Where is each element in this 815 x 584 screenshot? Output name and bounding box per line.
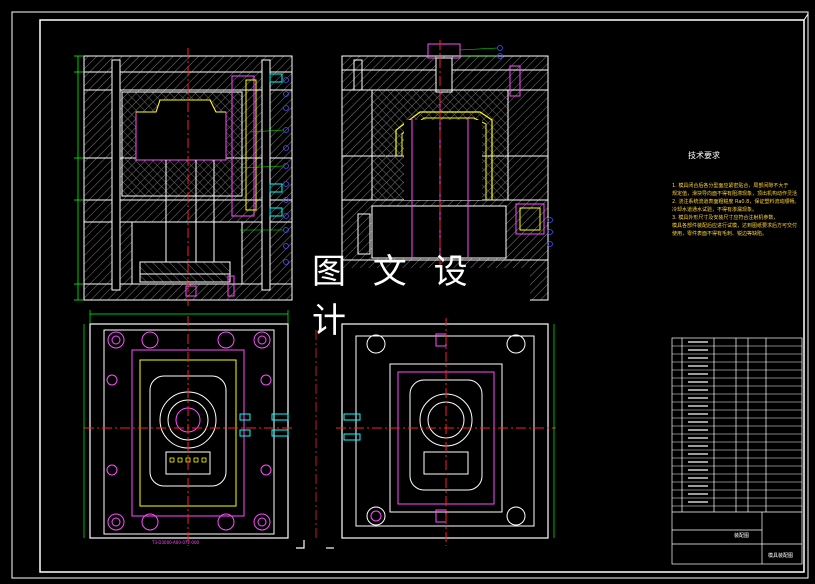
plan-view-left [83, 310, 294, 546]
plan-view-right [336, 316, 556, 546]
technical-requirements-title: 技术要求 [688, 151, 720, 160]
requirement-line: 使用，零件表面不得有毛刺、锐边等缺陷。 [672, 231, 768, 237]
bill-of-materials [671, 337, 803, 565]
requirement-line: 模具各部件装配后应进行试模，达到图纸要求后方可交付 [672, 223, 797, 229]
section-view-left [74, 48, 293, 306]
watermark: 图 文 设 计 [312, 252, 530, 341]
requirement-line: 1. 模具闭合后各分型面应紧密贴合，局部间隙不大于 [672, 183, 789, 189]
bom-rows [672, 341, 802, 507]
technical-requirements-notes: 1. 模具闭合后各分型面应紧密贴合，局部间隙不大于 规定值，滑块导向面不得有阻滞… [672, 182, 797, 238]
title-block-drawing-name: 模具装配图 [768, 553, 794, 559]
requirement-line: 规定值，滑块导向面不得有阻滞现象，顶出机构动作灵活。 [672, 191, 797, 197]
requirement-line: 3. 模具外形尺寸及安装尺寸应符合注射机参数， [672, 215, 779, 221]
requirement-line: 冷却水道通水试验，不得有渗漏现象。 [672, 207, 758, 213]
requirement-line: 2. 浇注系统流道表面粗糙度 Ra0.8，保证塑料流动顺畅。 [672, 199, 797, 205]
title-block-mark: 装配图 [734, 533, 750, 539]
section-cut-marks [296, 330, 334, 549]
part-number-label: T3-D3000-A00-072-000 [152, 540, 200, 545]
